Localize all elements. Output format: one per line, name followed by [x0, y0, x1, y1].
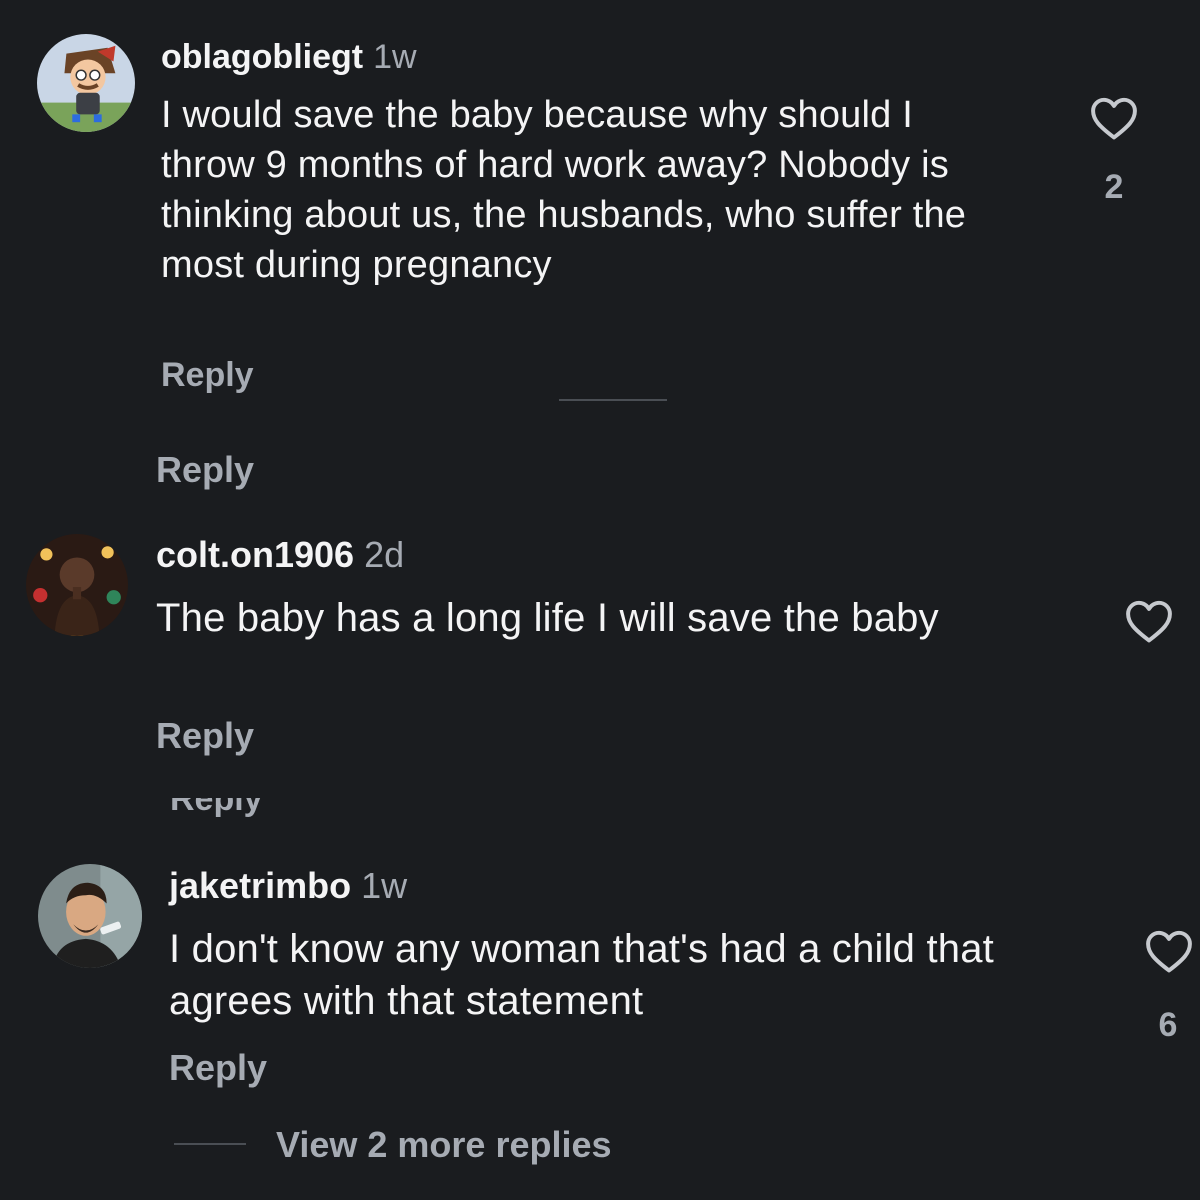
- heart-icon[interactable]: [1142, 928, 1196, 974]
- like-count: 6: [1158, 1006, 1178, 1044]
- comment-username[interactable]: colt.on1906 2d: [156, 537, 404, 573]
- heart-icon[interactable]: [1122, 598, 1176, 644]
- comment-text: I don't know any woman that's had a chil…: [169, 927, 994, 1023]
- avatar[interactable]: [37, 34, 135, 132]
- like-count: 2: [1104, 168, 1124, 206]
- reply-button[interactable]: Reply: [161, 358, 254, 392]
- view-replies-line: [174, 1143, 246, 1145]
- comment-timestamp: 1w: [373, 38, 417, 76]
- comment-username[interactable]: oblagobliegt 1w: [161, 40, 417, 74]
- avatar[interactable]: [26, 534, 128, 636]
- reply-button[interactable]: Reply: [156, 718, 254, 754]
- heart-icon[interactable]: [1088, 95, 1140, 141]
- reply-button[interactable]: Reply: [169, 1050, 267, 1086]
- comment-username[interactable]: jaketrimbo 1w: [169, 868, 407, 904]
- view-more-replies-button[interactable]: View 2 more replies: [276, 1127, 612, 1163]
- comment-text: The baby has a long life I will save the…: [156, 596, 939, 640]
- comment-timestamp: 1w: [361, 865, 408, 906]
- avatar[interactable]: [38, 864, 142, 968]
- divider: [559, 399, 667, 401]
- reply-button[interactable]: Reply: [170, 798, 310, 818]
- reply-button[interactable]: Reply: [156, 452, 254, 488]
- comment-text: I would save the baby because why should…: [161, 94, 967, 286]
- comment-timestamp: 2d: [364, 534, 405, 575]
